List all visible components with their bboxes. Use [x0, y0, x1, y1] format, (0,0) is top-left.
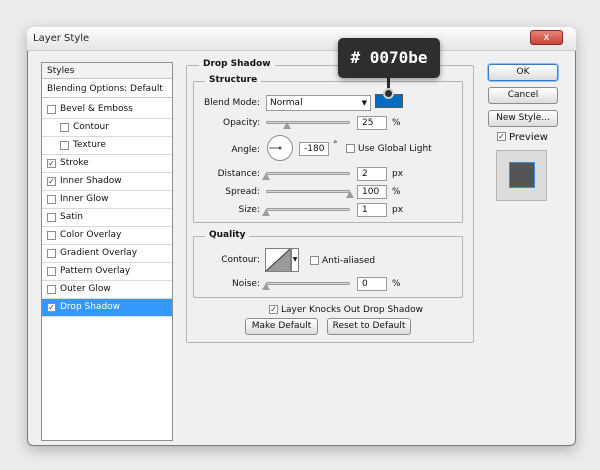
sidebar-checkbox[interactable] [47, 249, 56, 258]
sidebar-item-inner-glow[interactable]: Inner Glow [42, 191, 172, 209]
sidebar-item-color-overlay[interactable]: Color Overlay [42, 227, 172, 245]
cancel-button[interactable]: Cancel [488, 87, 558, 104]
sidebar-item-bevel-emboss[interactable]: Bevel & Emboss [42, 101, 172, 119]
sidebar-item-label: Gradient Overlay [60, 248, 138, 258]
opacity-input[interactable]: 25 [357, 116, 387, 130]
use-global-light-checkbox[interactable] [346, 144, 355, 153]
sidebar-item-label: Stroke [60, 158, 89, 168]
blend-mode-value: Normal [270, 98, 303, 108]
sidebar-checkbox[interactable] [47, 285, 56, 294]
sidebar-item-label: Inner Shadow [60, 176, 122, 186]
drop-shadow-title: Drop Shadow [199, 59, 275, 69]
sidebar-item-inner-shadow[interactable]: ✓ Inner Shadow [42, 173, 172, 191]
sidebar-item-pattern-overlay[interactable]: Pattern Overlay [42, 263, 172, 281]
angle-label: Angle: [231, 145, 260, 155]
sidebar-item-label: Satin [60, 212, 83, 222]
preview-swatch [509, 162, 535, 188]
contour-dropdown[interactable]: ▼ [291, 248, 299, 272]
size-slider-thumb[interactable] [262, 209, 271, 216]
title-bar[interactable] [27, 27, 576, 51]
preview-label: Preview [509, 132, 548, 143]
sidebar-item-blending-options[interactable]: Blending Options: Default [42, 81, 172, 98]
sidebar-item-stroke[interactable]: ✓ Stroke [42, 155, 172, 173]
sidebar-item-label: Texture [73, 140, 106, 150]
blend-mode-select[interactable]: Normal ▼ [266, 95, 371, 111]
close-icon: x [543, 32, 550, 43]
distance-input[interactable]: 2 [357, 167, 387, 181]
sidebar-item-label: Bevel & Emboss [60, 104, 133, 114]
dialog-title: Layer Style [33, 33, 90, 44]
noise-label: Noise: [232, 279, 260, 289]
sidebar-item-texture[interactable]: Texture [42, 137, 172, 155]
sidebar-checkbox[interactable]: ✓ [47, 159, 56, 168]
noise-unit: % [392, 279, 401, 289]
distance-slider-thumb[interactable] [262, 173, 270, 180]
sidebar-item-outer-glow[interactable]: Outer Glow [42, 281, 172, 299]
size-slider-track[interactable] [266, 208, 350, 211]
reset-default-button[interactable]: Reset to Default [327, 318, 411, 335]
sidebar-header-styles[interactable]: Styles [42, 63, 172, 79]
sidebar-checkbox[interactable]: ✓ [47, 303, 56, 312]
sidebar-checkbox[interactable] [47, 213, 56, 222]
sidebar-item-satin[interactable]: Satin [42, 209, 172, 227]
spread-slider-track[interactable] [266, 190, 350, 193]
sidebar-checkbox[interactable] [47, 105, 56, 114]
sidebar-checkbox[interactable]: ✓ [47, 177, 56, 186]
new-style-button[interactable]: New Style... [488, 110, 558, 127]
contour-label: Contour: [221, 255, 260, 265]
sidebar-item-label: Pattern Overlay [60, 266, 131, 276]
spread-label: Spread: [225, 187, 260, 197]
sidebar-checkbox[interactable] [60, 141, 69, 150]
noise-slider-track[interactable] [266, 282, 350, 285]
opacity-slider-track[interactable] [266, 121, 350, 124]
size-input[interactable]: 1 [357, 203, 387, 217]
sidebar-item-label: Contour [73, 122, 109, 132]
spread-input[interactable]: 100 [357, 185, 387, 199]
sidebar-item-label: Inner Glow [60, 194, 109, 204]
distance-unit: px [392, 169, 404, 179]
degree-symbol: ° [333, 140, 338, 150]
spread-slider-thumb[interactable] [346, 191, 354, 198]
anti-aliased-checkbox[interactable] [310, 256, 319, 265]
quality-title: Quality [205, 230, 250, 240]
opacity-unit: % [392, 118, 401, 128]
tooltip-knob [383, 88, 394, 99]
sidebar-item-gradient-overlay[interactable]: Gradient Overlay [42, 245, 172, 263]
noise-slider-thumb[interactable] [262, 283, 270, 290]
make-default-button[interactable]: Make Default [245, 318, 318, 335]
structure-title: Structure [205, 75, 262, 85]
distance-label: Distance: [217, 169, 260, 179]
angle-input[interactable]: -180 [299, 142, 329, 156]
knockout-label: Layer Knocks Out Drop Shadow [281, 305, 423, 315]
chevron-down-icon: ▼ [292, 256, 298, 263]
noise-input[interactable]: 0 [357, 277, 387, 291]
blend-mode-label: Blend Mode: [203, 98, 260, 108]
preview-thumbnail [496, 150, 547, 201]
sidebar-item-label: Outer Glow [60, 284, 111, 294]
size-label: Size: [238, 205, 260, 215]
chevron-down-icon: ▼ [361, 99, 367, 107]
preview-checkbox[interactable]: ✓ [497, 132, 506, 141]
sidebar-item-label: Drop Shadow [60, 302, 121, 312]
close-button[interactable]: x [530, 30, 563, 45]
angle-dial-icon[interactable] [266, 134, 294, 162]
spread-unit: % [392, 187, 401, 197]
sidebar-checkbox[interactable] [60, 123, 69, 132]
distance-slider-track[interactable] [266, 172, 350, 175]
opacity-label: Opacity: [223, 118, 260, 128]
sidebar-item-drop-shadow[interactable]: ✓ Drop Shadow [42, 299, 172, 317]
use-global-light-label: Use Global Light [358, 144, 432, 154]
sidebar-item-label: Color Overlay [60, 230, 122, 240]
color-hex-tooltip: # 0070be [338, 38, 440, 78]
sidebar-checkbox[interactable] [47, 195, 56, 204]
ok-button[interactable]: OK [488, 64, 558, 81]
sidebar-item-contour[interactable]: Contour [42, 119, 172, 137]
size-unit: px [392, 205, 404, 215]
sidebar-checkbox[interactable] [47, 231, 56, 240]
anti-aliased-label: Anti-aliased [322, 256, 376, 266]
contour-curve-icon[interactable] [265, 248, 291, 272]
knockout-checkbox[interactable]: ✓ [269, 305, 278, 314]
opacity-slider-thumb[interactable] [283, 122, 291, 129]
sidebar-checkbox[interactable] [47, 267, 56, 276]
